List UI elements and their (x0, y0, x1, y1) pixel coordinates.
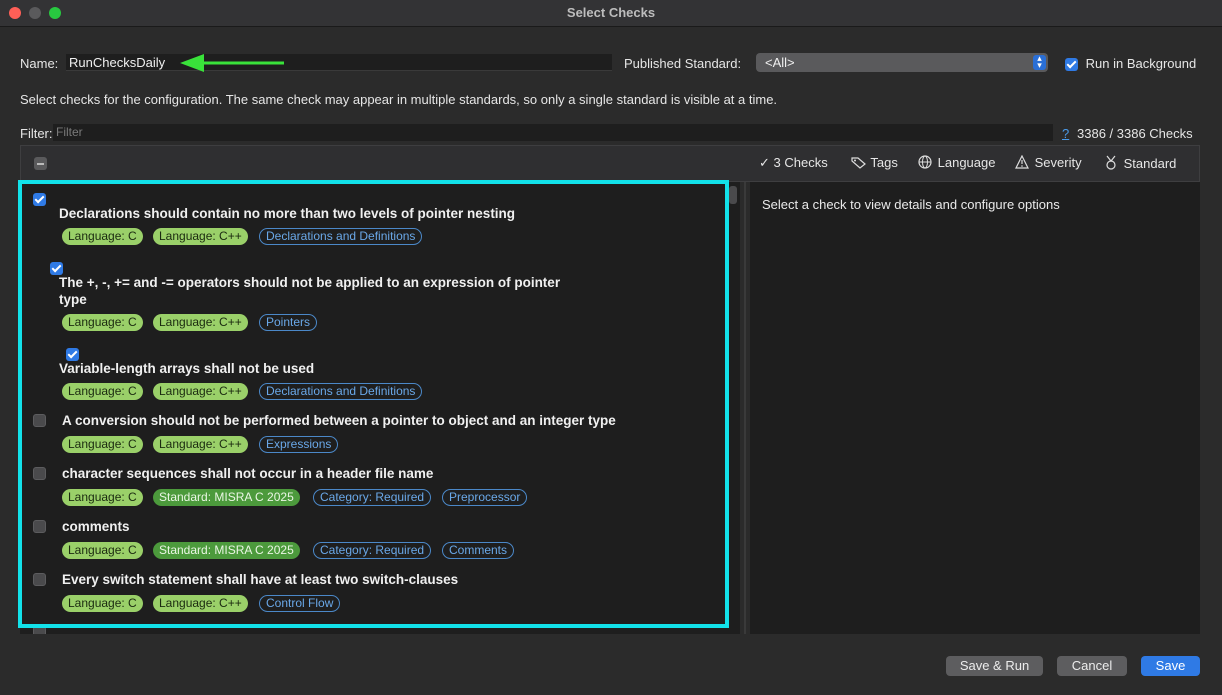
checks-toolbar: ✓ 3 Checks Tags Language Severity Standa… (20, 145, 1200, 182)
tag-language[interactable]: Language: C++ (153, 314, 248, 331)
check-item-title[interactable]: comments (62, 518, 130, 535)
tag-language[interactable]: Language: C++ (153, 383, 248, 400)
filter-input[interactable]: Filter (53, 124, 1053, 141)
globe-icon (918, 155, 932, 169)
check-item-checkbox[interactable] (33, 414, 46, 427)
published-standard-label: Published Standard: (624, 56, 742, 71)
language-filter-button[interactable]: Language (918, 155, 995, 170)
tag-language[interactable]: Language: C (62, 542, 143, 559)
select-stepper-icon: ▴ ▾ (1033, 54, 1046, 70)
tag-language[interactable]: Language: C (62, 314, 143, 331)
description-text: Select checks for the configuration. The… (20, 92, 778, 107)
tag-category[interactable]: Category: Required (313, 489, 432, 506)
detail-placeholder: Select a check to view details and confi… (762, 197, 1060, 212)
tag-language[interactable]: Language: C (62, 436, 143, 453)
checks-count: 3386 / 3386 Checks (1077, 126, 1193, 141)
check-item-title[interactable]: Every switch statement shall have at lea… (62, 571, 458, 588)
tags-filter-label: Tags (870, 155, 898, 170)
tag-category[interactable]: Declarations and Definitions (259, 383, 423, 400)
check-item-checkbox[interactable] (33, 193, 46, 207)
save-and-run-button[interactable]: Save & Run (946, 656, 1043, 676)
severity-filter-button[interactable]: Severity (1015, 154, 1082, 170)
published-standard-value: <All> (765, 55, 795, 70)
tag-language[interactable]: Language: C (62, 595, 143, 612)
name-label: Name: (20, 56, 59, 71)
checks-list[interactable]: Declarations should contain no more than… (20, 182, 740, 634)
tag-topic[interactable]: Comments (442, 542, 515, 559)
published-standard-select[interactable]: <All> ▴ ▾ (756, 53, 1048, 72)
window-title: Select Checks (566, 5, 656, 20)
cancel-button[interactable]: Cancel (1057, 656, 1127, 676)
check-item-title[interactable]: A conversion should not be performed bet… (62, 412, 616, 429)
run-in-background-label: Run in Background (1085, 56, 1197, 71)
filter-label: Filter: (20, 126, 53, 141)
tag-language[interactable]: Language: C (62, 383, 143, 400)
deselect-all-button[interactable] (34, 157, 47, 170)
list-scrollbar[interactable] (729, 186, 737, 204)
language-filter-label: Language (937, 155, 996, 170)
medal-icon (1106, 155, 1116, 170)
check-item-checkbox[interactable] (33, 626, 46, 634)
pane-splitter[interactable] (744, 182, 746, 634)
check-item-title[interactable]: Variable-length arrays shall not be used (59, 360, 314, 377)
warning-icon (1015, 154, 1029, 169)
tag-standard[interactable]: Standard: MISRA C 2025 (153, 489, 300, 506)
check-item-checkbox[interactable] (33, 573, 46, 586)
name-field[interactable]: RunChecksDaily (66, 54, 612, 71)
check-item-title[interactable]: The +, -, += and -= operators should not… (59, 274, 560, 291)
save-button[interactable]: Save (1141, 656, 1200, 676)
severity-filter-label: Severity (1034, 155, 1082, 170)
tag-language[interactable]: Language: C++ (153, 595, 248, 612)
check-detail-pane: Select a check to view details and confi… (750, 182, 1200, 634)
check-item-title-continued[interactable]: type (59, 291, 87, 308)
standard-filter-label: Standard (1123, 156, 1177, 171)
tag-standard[interactable]: Standard: MISRA C 2025 (153, 542, 300, 559)
tag-language[interactable]: Language: C++ (153, 228, 248, 245)
checkmark-icon: ✓ (759, 155, 770, 170)
tag-category[interactable]: Control Flow (259, 595, 341, 612)
tag-category[interactable]: Pointers (259, 314, 318, 331)
check-item-checkbox[interactable] (33, 520, 46, 533)
tag-language[interactable]: Language: C (62, 228, 143, 245)
tag-topic[interactable]: Preprocessor (442, 489, 528, 506)
tags-filter-button[interactable]: Tags (851, 155, 898, 170)
title-bar: Select Checks (0, 0, 1222, 27)
tag-language[interactable]: Language: C (62, 489, 143, 506)
checks-filter-button[interactable]: ✓ 3 Checks (759, 155, 828, 171)
check-item-checkbox[interactable] (33, 467, 46, 480)
checkbox-icon (1065, 58, 1078, 72)
tag-category[interactable]: Category: Required (313, 542, 432, 559)
check-item-title[interactable]: Declarations should contain no more than… (59, 205, 515, 222)
checks-filter-label: 3 Checks (773, 155, 828, 170)
help-icon[interactable]: ? (1062, 126, 1069, 141)
run-in-background-checkbox[interactable]: Run in Background (1065, 56, 1197, 72)
annotation-arrow-icon (180, 54, 284, 72)
tag-category[interactable]: Declarations and Definitions (259, 228, 423, 245)
check-item-title[interactable]: character sequences shall not occur in a… (62, 465, 433, 482)
standard-filter-button[interactable]: Standard (1104, 155, 1176, 171)
tag-language[interactable]: Language: C++ (153, 436, 248, 453)
tag-category[interactable]: Expressions (259, 436, 339, 453)
tag-icon (851, 157, 866, 169)
